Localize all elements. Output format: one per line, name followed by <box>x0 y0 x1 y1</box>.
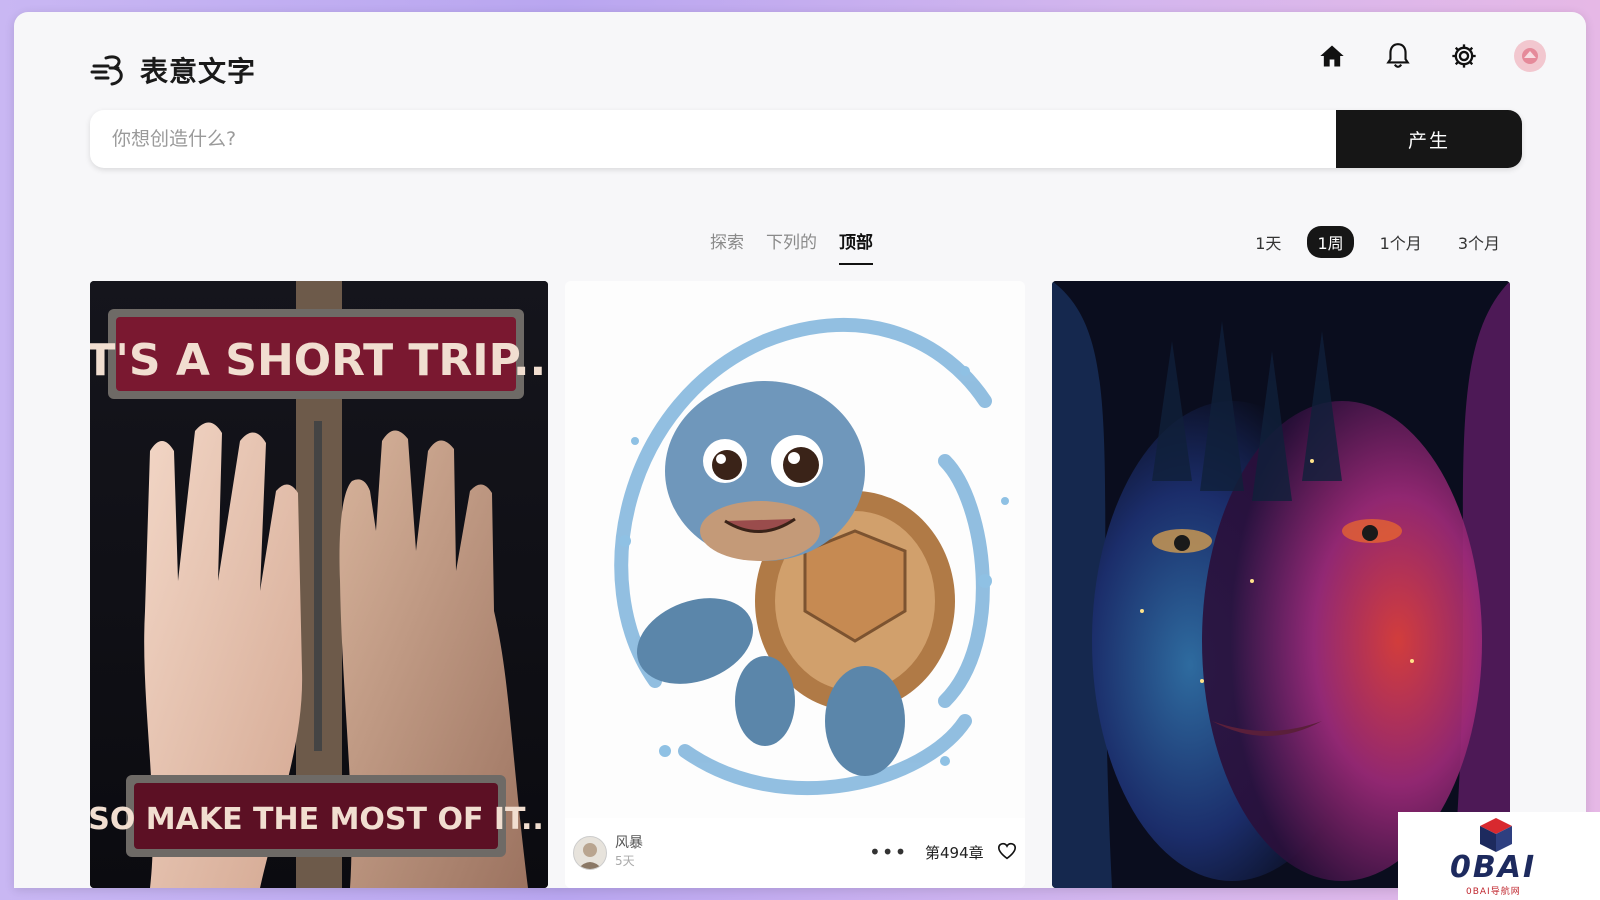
tab-explore[interactable]: 探索 <box>710 228 744 265</box>
cube-icon <box>1480 818 1512 852</box>
feed-tabs: 探索 下列的 顶部 <box>710 228 873 265</box>
gear-icon <box>1452 44 1476 68</box>
prompt-bar: 产生 <box>90 110 1522 168</box>
watermark-text: 0BAI <box>1450 850 1537 885</box>
bell-icon <box>1386 43 1410 68</box>
avatar-icon <box>578 843 602 869</box>
author-name[interactable]: 风暴 <box>615 832 643 852</box>
logo-icon <box>90 55 123 86</box>
period-1-month[interactable]: 1个月 <box>1370 226 1432 258</box>
home-button[interactable] <box>1316 40 1348 72</box>
like-count: 第494章 <box>925 844 984 862</box>
sign-top-text: IT'S A SHORT TRIP... <box>90 335 548 386</box>
period-1-week[interactable]: 1周 <box>1307 226 1354 258</box>
app-name: 表意文字 <box>140 55 257 88</box>
avatar-icon <box>1522 48 1538 64</box>
period-1-day[interactable]: 1天 <box>1245 226 1291 258</box>
watermark: 0BAI 0BAI导航网 <box>1398 812 1600 900</box>
tab-following[interactable]: 下列的 <box>766 228 817 265</box>
settings-button[interactable] <box>1448 40 1480 72</box>
face-image <box>1052 281 1510 888</box>
notifications-button[interactable] <box>1382 40 1414 72</box>
post-time: 5天 <box>615 854 635 868</box>
heart-icon[interactable] <box>997 842 1017 860</box>
card-meta: 风暴 5天 ••• 第494章 <box>565 818 1025 888</box>
author-avatar[interactable] <box>573 836 607 870</box>
user-avatar[interactable] <box>1514 40 1546 72</box>
app-window: 表意文字 产生 探索 下列的 顶部 1天 <box>14 12 1586 888</box>
gallery-card-turtle[interactable]: 风暴 5天 ••• 第494章 <box>565 281 1025 888</box>
logo[interactable]: 表意文字 <box>90 50 256 90</box>
home-icon <box>1320 45 1344 67</box>
gallery-card-face[interactable] <box>1052 281 1510 888</box>
hands-image: IT'S A SHORT TRIP... SO MAKE THE MOST OF… <box>90 281 548 888</box>
turtle-image <box>565 281 1025 818</box>
generate-button[interactable]: 产生 <box>1336 110 1522 168</box>
watermark-sub: 0BAI导航网 <box>1466 887 1521 897</box>
sign-bottom-text: SO MAKE THE MOST OF IT.. <box>90 802 544 837</box>
period-3-months[interactable]: 3个月 <box>1448 226 1510 258</box>
gallery-card-hands[interactable]: IT'S A SHORT TRIP... SO MAKE THE MOST OF… <box>90 281 548 888</box>
more-icon[interactable]: ••• <box>869 840 907 864</box>
prompt-input[interactable] <box>90 110 1336 168</box>
time-filter: 1天 1周 1个月 3个月 <box>1245 226 1510 258</box>
tab-top[interactable]: 顶部 <box>839 228 873 265</box>
